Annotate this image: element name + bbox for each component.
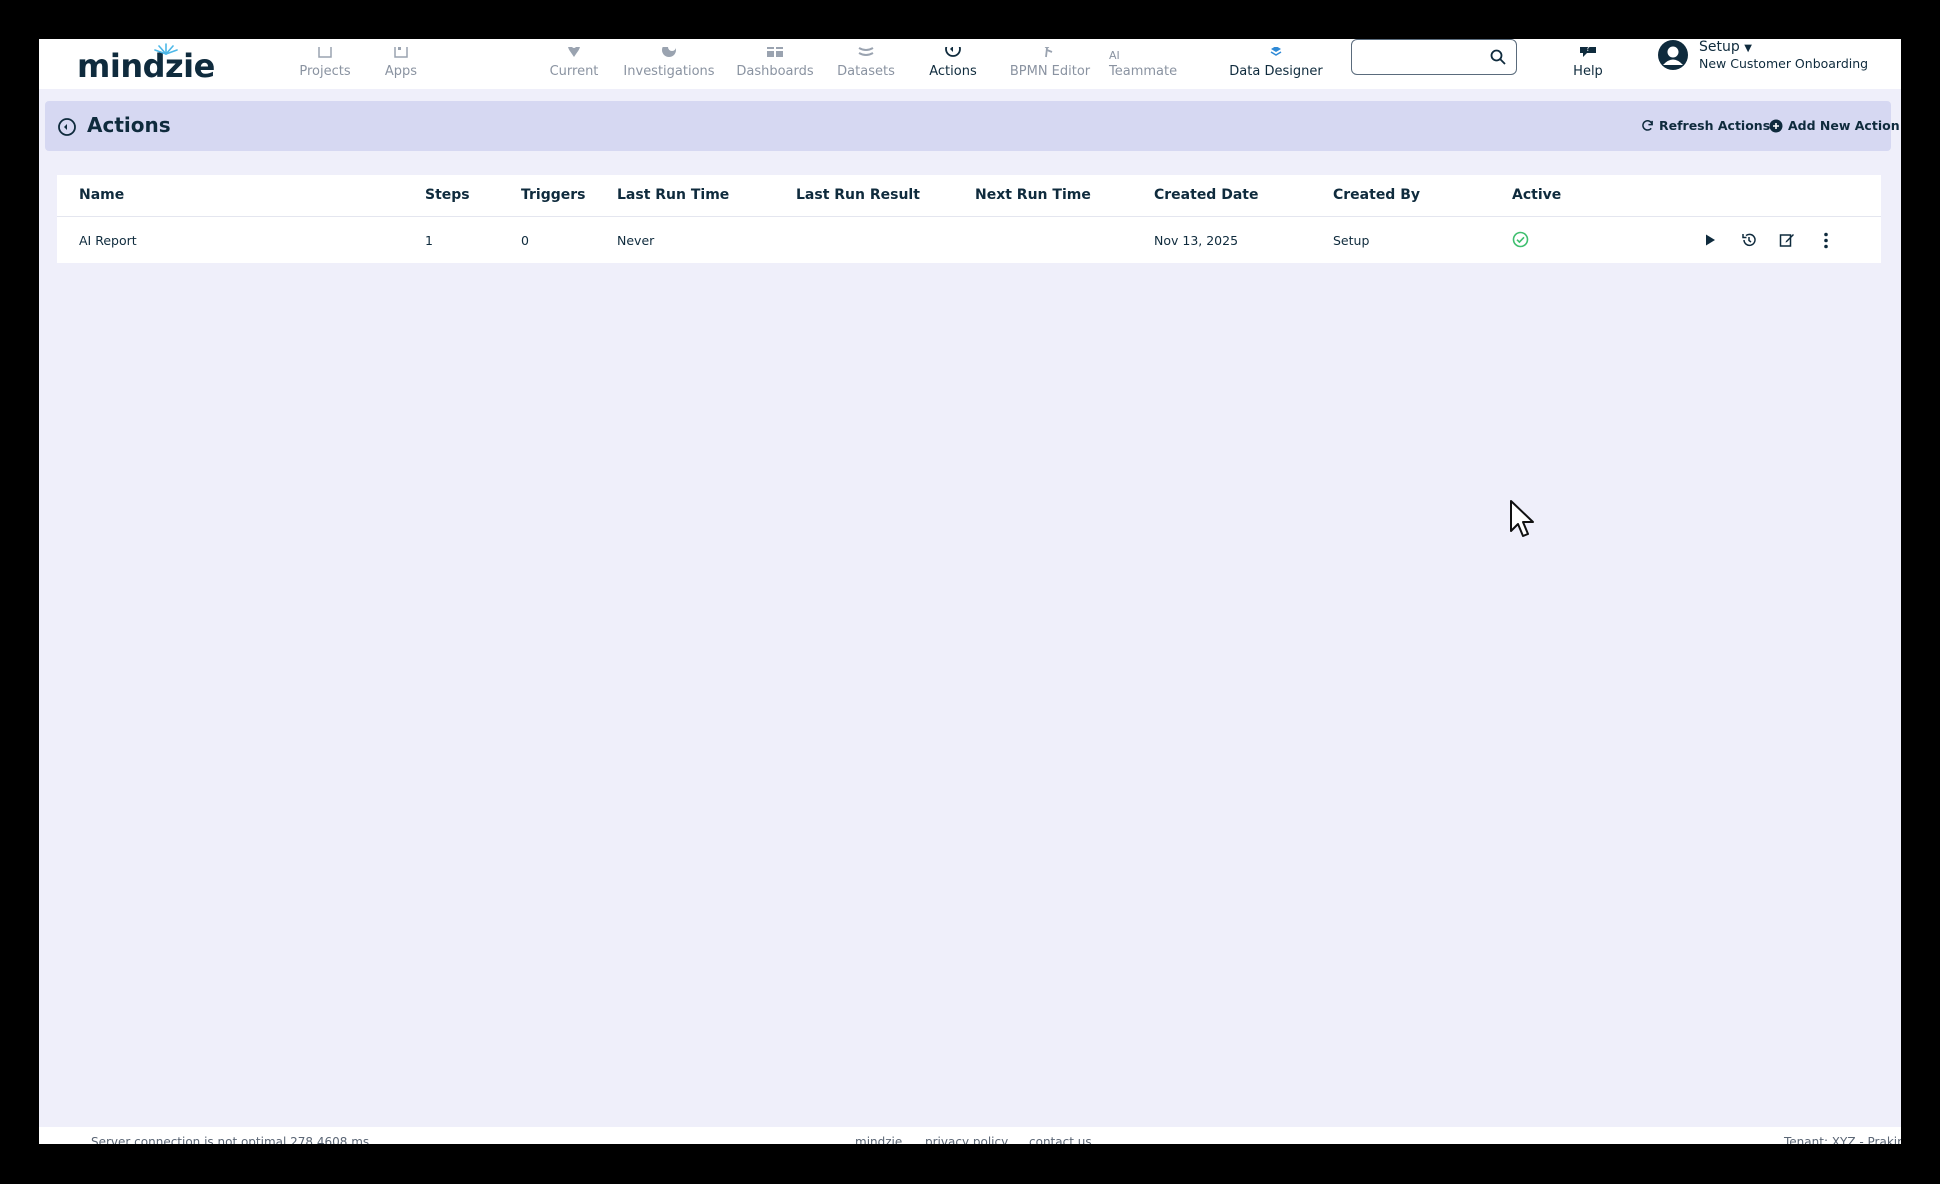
column-header-created-date[interactable]: Created Date — [1154, 187, 1258, 203]
nav-apps-label: Apps — [384, 64, 418, 79]
logo-text: mindzie — [77, 47, 215, 85]
tenant-label: Tenant: XYZ - Prakim — [1784, 1135, 1901, 1144]
run-action-icon[interactable] — [1703, 233, 1717, 247]
column-header-last-run-result[interactable]: Last Run Result — [796, 187, 920, 203]
nav-actions[interactable]: Actions — [921, 39, 985, 89]
table-row[interactable]: AI Report 1 0 Never Nov 13, 2025 Setup — [57, 217, 1881, 263]
column-header-next-run-time[interactable]: Next Run Time — [975, 187, 1091, 203]
column-header-last-run-time[interactable]: Last Run Time — [617, 187, 729, 203]
nav-actions-label: Actions — [929, 64, 977, 79]
user-name: Setup ▼ — [1699, 39, 1752, 55]
search-input[interactable] — [1362, 48, 1486, 65]
column-header-created-by[interactable]: Created By — [1333, 187, 1420, 203]
page-footer: Server connection is not optimal 278.460… — [39, 1127, 1901, 1144]
nav-help-label: Help — [1573, 64, 1603, 79]
column-header-steps[interactable]: Steps — [425, 187, 470, 203]
nav-data-designer-label: Data Designer — [1229, 64, 1323, 79]
search-box — [1351, 39, 1517, 75]
add-new-action-label: Add New Action — [1788, 118, 1900, 133]
bpmn-icon — [1044, 47, 1053, 58]
nav-ai-teammate-label-line1: AI — [1109, 49, 1120, 62]
column-header-active[interactable]: Active — [1512, 187, 1561, 203]
page-title: Actions — [87, 113, 171, 137]
more-options-icon[interactable] — [1823, 232, 1829, 249]
nav-ai-teammate[interactable]: AI Teammate — [1105, 39, 1195, 89]
app-window: mindzie Projects Apps Current Investigat… — [39, 39, 1901, 1144]
footer-link-mindzie[interactable]: mindzie — [855, 1135, 902, 1144]
nav-projects[interactable]: Projects — [289, 39, 361, 89]
triggers-cell: 0 — [521, 233, 529, 248]
nav-datasets-label: Datasets — [837, 64, 895, 79]
top-navigation-bar: mindzie Projects Apps Current Investigat… — [39, 39, 1901, 89]
document-icon — [318, 47, 332, 58]
nav-datasets[interactable]: Datasets — [831, 39, 901, 89]
investigations-icon — [662, 47, 676, 57]
nav-investigations[interactable]: Investigations — [621, 39, 717, 89]
nav-apps[interactable]: Apps — [375, 39, 427, 89]
actions-icon — [945, 47, 961, 57]
nav-dashboards[interactable]: Dashboards — [732, 39, 818, 89]
column-header-name[interactable]: Name — [79, 187, 124, 203]
actions-page-icon — [58, 118, 76, 136]
apps-grid-icon — [394, 47, 408, 58]
mindzie-logo[interactable]: mindzie — [77, 43, 215, 85]
mouse-cursor-icon — [1510, 500, 1534, 537]
chevron-down-icon: ▼ — [1744, 43, 1752, 54]
nav-bpmn-editor[interactable]: BPMN Editor — [1000, 39, 1100, 89]
avatar — [1658, 40, 1688, 70]
edit-icon[interactable] — [1779, 232, 1795, 248]
nav-ai-teammate-label-line2: Teammate — [1109, 64, 1178, 79]
help-chat-icon: ? — [1580, 47, 1596, 57]
refresh-actions-button[interactable]: Refresh Actions — [1641, 118, 1770, 133]
add-new-action-button[interactable]: Add New Action — [1769, 118, 1900, 133]
svg-text:?: ? — [1586, 47, 1590, 53]
nav-projects-label: Projects — [299, 64, 351, 79]
refresh-icon — [1642, 120, 1653, 131]
last-run-time-cell: Never — [617, 233, 655, 248]
action-name-cell[interactable]: AI Report — [79, 233, 137, 248]
dashboard-icon — [767, 47, 783, 57]
nav-help[interactable]: ? Help — [1565, 39, 1611, 89]
page-header: Actions Refresh Actions Add New Action — [45, 101, 1900, 151]
column-header-triggers[interactable]: Triggers — [521, 187, 586, 203]
search-icon[interactable] — [1490, 49, 1506, 65]
nav-current[interactable]: Current — [539, 39, 609, 89]
add-circle-icon — [1769, 119, 1783, 132]
current-project-name: New Customer Onboarding — [1699, 56, 1869, 71]
refresh-actions-label: Refresh Actions — [1659, 118, 1771, 133]
nav-investigations-label: Investigations — [623, 64, 715, 79]
footer-link-privacy-policy[interactable]: privacy policy — [925, 1135, 1008, 1144]
nav-bpmn-editor-label: BPMN Editor — [1009, 64, 1091, 79]
actions-table: Name Steps Triggers Last Run Time Last R… — [57, 175, 1881, 263]
nav-dashboards-label: Dashboards — [736, 64, 814, 79]
created-by-cell: Setup — [1333, 233, 1370, 248]
footer-link-contact-us[interactable]: contact us — [1029, 1135, 1092, 1144]
created-date-cell: Nov 13, 2025 — [1154, 233, 1239, 248]
nav-data-designer[interactable]: Data Designer — [1222, 39, 1330, 89]
location-pin-icon — [568, 47, 580, 57]
active-check-icon — [1512, 231, 1529, 248]
data-designer-icon — [1270, 47, 1282, 56]
logo-spark-icon — [154, 43, 178, 55]
database-icon — [858, 47, 874, 56]
nav-current-label: Current — [549, 64, 599, 79]
connection-status-text: Server connection is not optimal 278.460… — [91, 1135, 370, 1144]
steps-cell: 1 — [425, 233, 433, 248]
run-history-icon[interactable] — [1741, 232, 1757, 248]
